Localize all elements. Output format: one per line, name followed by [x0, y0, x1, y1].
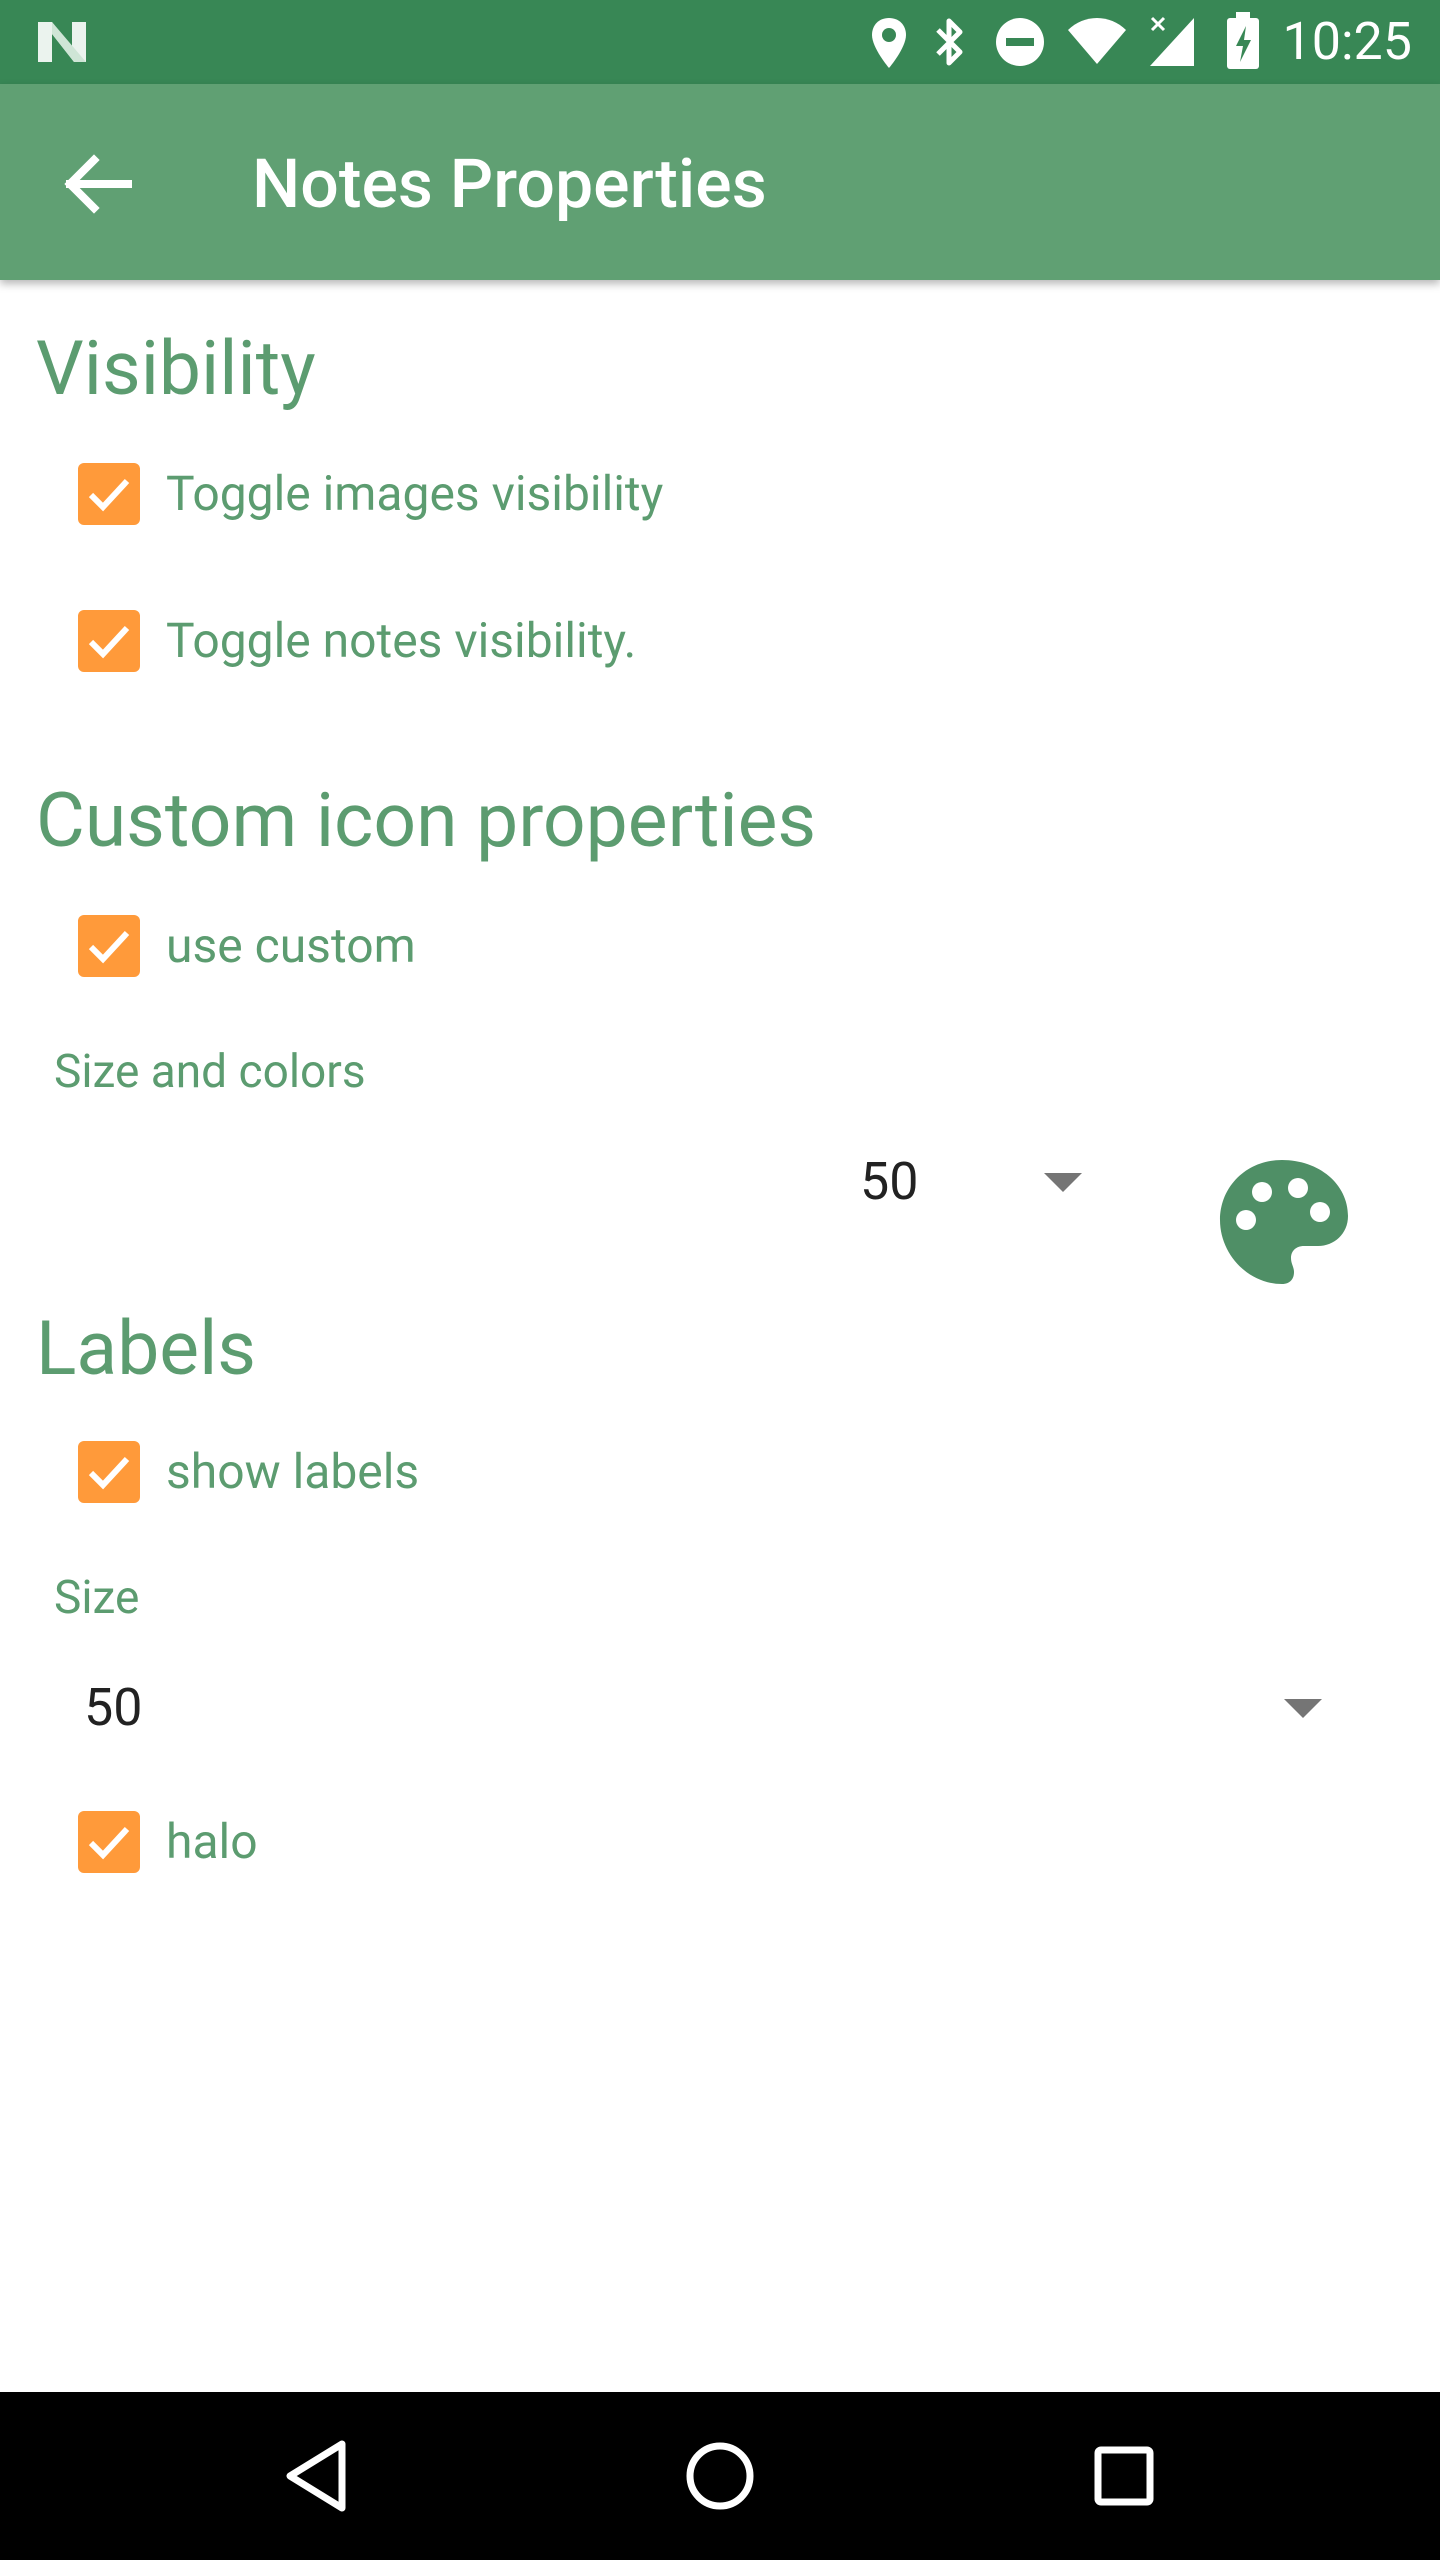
arrow-back-icon	[64, 154, 132, 214]
back-triangle-icon	[286, 2440, 346, 2512]
status-clock: 10:25	[1282, 11, 1413, 72]
navigation-bar	[0, 2392, 1440, 2560]
home-circle-icon	[686, 2442, 754, 2510]
halo-row[interactable]: halo	[0, 1792, 1440, 1892]
bluetooth-icon	[936, 18, 963, 66]
battery-charging-icon	[1227, 12, 1259, 69]
custom-size-spinner[interactable]: 50	[840, 1140, 1100, 1224]
dropdown-arrow-icon	[1044, 1173, 1082, 1192]
visibility-section-title: Visibility	[36, 325, 316, 413]
use-custom-label: use custom	[166, 917, 416, 974]
back-button[interactable]	[44, 130, 152, 238]
palette-icon	[1220, 1160, 1348, 1284]
toggle-images-row[interactable]: Toggle images visibility	[0, 444, 1440, 544]
checkmark-icon	[88, 478, 130, 512]
use-custom-row[interactable]: use custom	[0, 896, 1440, 996]
custom-icon-section-title: Custom icon properties	[36, 777, 817, 865]
toggle-images-label: Toggle images visibility	[166, 465, 664, 522]
checkmark-icon	[88, 930, 130, 964]
halo-label: halo	[166, 1813, 258, 1870]
label-size-spinner[interactable]: 50	[54, 1666, 1344, 1750]
show-labels-row[interactable]: show labels	[0, 1422, 1440, 1522]
dropdown-arrow-icon	[1284, 1699, 1322, 1718]
checkmark-icon	[88, 1826, 130, 1860]
notification-n-icon	[38, 22, 86, 62]
toggle-notes-checkbox[interactable]	[78, 610, 140, 672]
nav-recents-button[interactable]	[1074, 2426, 1174, 2526]
toggle-notes-row[interactable]: Toggle notes visibility.	[0, 591, 1440, 691]
show-labels-label: show labels	[166, 1443, 420, 1500]
nav-home-button[interactable]	[670, 2426, 770, 2526]
show-labels-checkbox[interactable]	[78, 1441, 140, 1503]
do-not-disturb-icon	[996, 18, 1044, 66]
use-custom-checkbox[interactable]	[78, 915, 140, 977]
labels-section-title: Labels	[36, 1305, 257, 1393]
label-size-label: Size	[54, 1571, 140, 1625]
location-icon	[872, 18, 906, 68]
size-and-colors-label: Size and colors	[54, 1045, 366, 1099]
page-title: Notes Properties	[252, 144, 767, 224]
halo-checkbox[interactable]	[78, 1811, 140, 1873]
toggle-images-checkbox[interactable]	[78, 463, 140, 525]
custom-size-value: 50	[860, 1151, 919, 1212]
wifi-icon	[1068, 18, 1126, 64]
nav-back-button[interactable]	[270, 2426, 370, 2526]
recents-square-icon	[1094, 2446, 1154, 2506]
checkmark-icon	[88, 1456, 130, 1490]
checkmark-icon	[88, 625, 130, 659]
status-bar: 10:25	[0, 0, 1440, 84]
color-palette-button[interactable]	[1214, 1154, 1354, 1290]
label-size-value: 50	[84, 1677, 143, 1738]
app-bar: Notes Properties	[0, 84, 1440, 280]
toggle-notes-label: Toggle notes visibility.	[166, 612, 637, 669]
cell-signal-icon	[1150, 16, 1194, 66]
